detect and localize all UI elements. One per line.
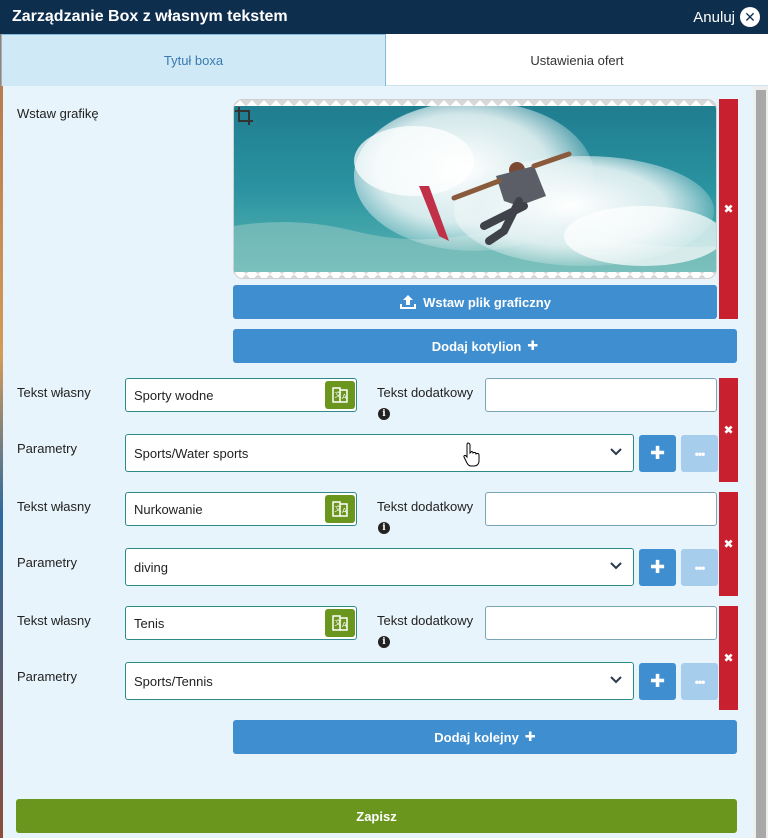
svg-text:文: 文 [335, 504, 342, 513]
svg-text:文: 文 [335, 390, 342, 399]
translate-button[interactable]: 文 A [325, 609, 355, 637]
custom-text-label: Tekst własny [17, 499, 91, 514]
parameters-value: Sports/Water sports [134, 445, 249, 461]
extra-text-input[interactable] [485, 378, 717, 412]
image-preview[interactable] [233, 99, 717, 279]
plus-icon: ✚ [649, 671, 666, 691]
custom-text-label: Tekst własny [17, 385, 91, 400]
plus-icon: ✚ [649, 557, 666, 577]
surfer-image [234, 106, 716, 272]
add-anchor-button[interactable]: Dodaj kotylion ✚ [233, 329, 737, 363]
insert-image-label: Wstaw grafikę [17, 106, 99, 121]
more-options-button[interactable]: ••• [681, 663, 718, 700]
parameters-label: Parametry [17, 555, 77, 570]
more-options-button[interactable]: ••• [681, 435, 718, 472]
info-icon[interactable]: i [378, 522, 390, 534]
add-next-label: Dodaj kolejny [434, 729, 519, 745]
dialog-header: Zarządzanie Box z własnym tekstem Anuluj… [0, 0, 768, 34]
svg-text:文: 文 [335, 618, 342, 627]
translate-icon: 文 A [332, 387, 348, 403]
more-options-button[interactable]: ••• [681, 549, 718, 586]
tab-offer-settings[interactable]: Ustawienia ofert [386, 34, 768, 86]
extra-text-label: Tekst dodatkowy [377, 613, 474, 628]
add-anchor-label: Dodaj kotylion [431, 338, 522, 354]
extra-text-label: Tekst dodatkowy [377, 385, 474, 400]
delete-image-button[interactable]: ✖ [719, 99, 738, 319]
dialog-title: Zarządzanie Box z własnym tekstem [12, 8, 288, 25]
custom-text-label: Tekst własny [17, 613, 91, 628]
upload-icon [400, 295, 417, 309]
translate-icon: 文 A [332, 615, 348, 631]
x-icon: ✖ [723, 202, 734, 216]
parameters-value: diving [134, 559, 168, 575]
extra-text-input[interactable] [485, 492, 717, 526]
upload-image-button[interactable]: Wstaw plik graficzny [233, 285, 717, 319]
plus-icon: ✚ [649, 443, 666, 463]
save-button[interactable]: Zapisz [16, 799, 737, 833]
parameters-select[interactable]: diving [125, 548, 634, 586]
translate-button[interactable]: 文 A [325, 495, 355, 523]
x-icon: ✖ [723, 537, 734, 551]
parameters-label: Parametry [17, 669, 77, 684]
svg-text:A: A [342, 393, 347, 401]
ellipsis-icon: ••• [694, 674, 706, 689]
plus-icon: ✚ [524, 729, 536, 744]
add-parameter-button[interactable]: ✚ [639, 663, 676, 700]
delete-row-button[interactable]: ✖ [719, 378, 738, 482]
ellipsis-icon: ••• [694, 446, 706, 461]
plus-icon: ✚ [527, 338, 539, 353]
tab-bar: Tytuł boxa Ustawienia ofert [1, 34, 768, 86]
add-next-button[interactable]: Dodaj kolejny ✚ [233, 720, 737, 754]
add-parameter-button[interactable]: ✚ [639, 435, 676, 472]
cancel-button[interactable]: Anuluj ✕ [693, 6, 760, 28]
parameters-select[interactable]: Sports/Water sports [125, 434, 634, 472]
background-edge [0, 34, 3, 838]
close-circle-icon: ✕ [740, 7, 760, 27]
scrollbar[interactable] [753, 86, 768, 838]
extra-text-input[interactable] [485, 606, 717, 640]
custom-text-input[interactable]: Sporty wodne [125, 378, 357, 412]
custom-text-input[interactable]: Nurkowanie [125, 492, 357, 526]
cancel-label: Anuluj [693, 8, 735, 26]
extra-text-label: Tekst dodatkowy [377, 499, 474, 514]
translate-icon: 文 A [332, 501, 348, 517]
info-icon[interactable]: i [378, 408, 390, 420]
x-icon: ✖ [723, 423, 734, 437]
scrollbar-thumb[interactable] [756, 90, 766, 838]
custom-text-input[interactable]: Tenis [125, 606, 357, 640]
tab-box-title[interactable]: Tytuł boxa [1, 34, 386, 86]
chevron-down-icon [610, 676, 622, 684]
delete-row-button[interactable]: ✖ [719, 606, 738, 710]
chevron-down-icon [610, 562, 622, 570]
parameters-select[interactable]: Sports/Tennis [125, 662, 634, 700]
translate-button[interactable]: 文 A [325, 381, 355, 409]
ellipsis-icon: ••• [694, 560, 706, 575]
svg-text:A: A [342, 621, 347, 629]
crop-icon[interactable] [234, 106, 254, 126]
parameters-label: Parametry [17, 441, 77, 456]
hand-pointer-icon [463, 442, 480, 467]
parameters-value: Sports/Tennis [134, 673, 213, 689]
x-icon: ✖ [723, 651, 734, 665]
chevron-down-icon [610, 448, 622, 456]
svg-text:A: A [342, 507, 347, 515]
info-icon[interactable]: i [378, 636, 390, 648]
upload-button-label: Wstaw plik graficzny [423, 294, 551, 310]
add-parameter-button[interactable]: ✚ [639, 549, 676, 586]
delete-row-button[interactable]: ✖ [719, 492, 738, 596]
